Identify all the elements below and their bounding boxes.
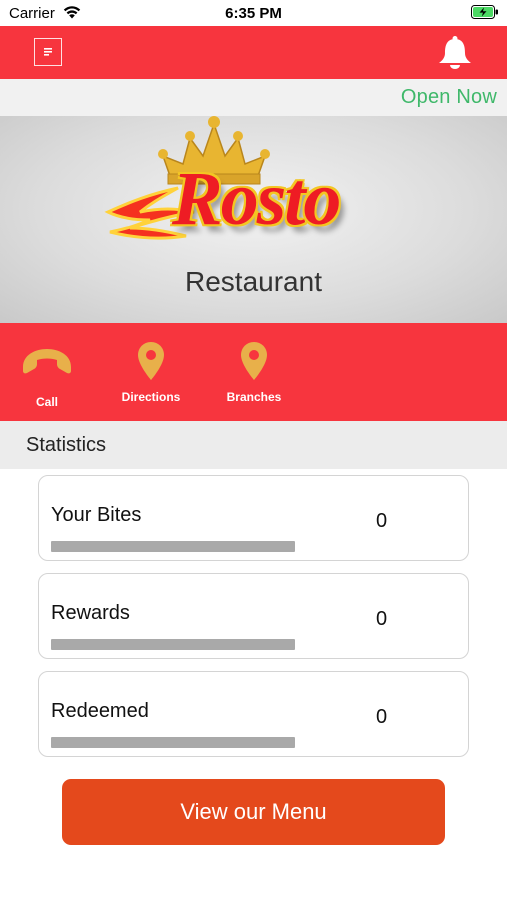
stat-card-redeemed: Redeemed 0 <box>38 671 469 757</box>
call-button[interactable]: Call <box>12 323 82 421</box>
statistics-header: Statistics <box>0 421 507 469</box>
phone-icon <box>23 349 71 374</box>
stat-value: 0 <box>376 706 388 728</box>
stat-value: 0 <box>376 510 388 532</box>
bell-icon[interactable] <box>435 35 475 69</box>
stat-card-your-bites: Your Bites 0 <box>38 475 469 561</box>
action-bar: Call Directions Branches <box>0 323 507 421</box>
stat-card-rewards: Rewards 0 <box>38 573 469 659</box>
battery-charging-icon <box>471 5 499 24</box>
menu-icon[interactable] <box>34 38 62 66</box>
restaurant-banner: Rosto Restaurant <box>0 116 507 323</box>
call-label: Call <box>35 395 58 409</box>
status-bar: Carrier 6:35 PM <box>0 0 507 26</box>
view-menu-button[interactable]: View our Menu <box>62 779 445 845</box>
open-status-bar: Open Now <box>0 79 507 116</box>
stat-label: Redeemed <box>51 700 149 722</box>
stat-value: 0 <box>376 608 388 630</box>
open-status-label: Open Now <box>400 86 497 108</box>
map-pin-icon <box>241 342 267 380</box>
app-header <box>0 26 507 79</box>
stat-label: Rewards <box>51 602 130 624</box>
logo-wordmark: Rosto <box>172 157 341 241</box>
directions-button[interactable]: Directions <box>110 323 192 421</box>
branches-button[interactable]: Branches <box>220 323 288 421</box>
clock-time: 6:35 PM <box>225 5 282 22</box>
stat-progress-bar <box>51 541 295 552</box>
branches-label: Branches <box>226 390 282 404</box>
stat-label: Your Bites <box>51 504 142 526</box>
statistics-title: Statistics <box>26 434 107 456</box>
logo-subtitle: Restaurant <box>185 266 322 297</box>
stat-progress-bar <box>51 639 295 650</box>
directions-label: Directions <box>121 390 181 404</box>
stat-progress-bar <box>51 737 295 748</box>
map-pin-icon <box>138 342 164 380</box>
